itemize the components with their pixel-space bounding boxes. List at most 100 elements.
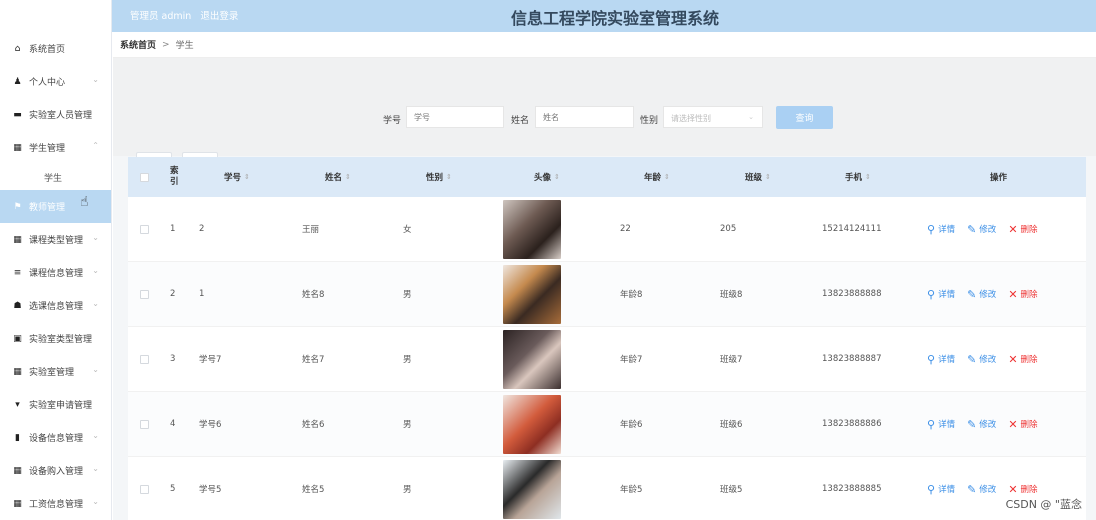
chevron-down-icon: ⌄ <box>92 497 99 506</box>
thumb-icon: ☗ <box>13 300 22 311</box>
cell-gender: 男 <box>403 355 412 365</box>
name-input[interactable] <box>535 106 634 128</box>
table-row: 2 1 姓名8 男 年龄8 班级8 13823888888 ⚲ 详情 ✎ 修改 ✕ 删… <box>128 262 1086 327</box>
gender-label: 性别 <box>640 116 659 126</box>
sidebar-item-course-selection[interactable]: ☗ 选课信息管理 ⌄ <box>0 289 111 322</box>
detail-button[interactable]: ⚲ 详情 <box>927 483 955 496</box>
detail-button[interactable]: ⚲ 详情 <box>927 288 955 301</box>
avatar <box>503 459 561 519</box>
row-checkbox[interactable] <box>140 419 149 429</box>
cell-age: 年龄7 <box>620 355 643 365</box>
search-panel: 学号 姓名 性别 请选择性别 ⌄ 查询 新增 删除 <box>113 58 1096 174</box>
monitor-icon: ▬ <box>13 109 22 120</box>
cell-student-id: 学号7 <box>199 355 222 365</box>
sidebar-item-salary[interactable]: ▦ 工资信息管理 ⌄ <box>0 487 111 520</box>
cell-age: 22 <box>620 224 631 234</box>
edit-button[interactable]: ✎ 修改 <box>967 223 996 236</box>
sidebar-item-equipment-info[interactable]: ▮ 设备信息管理 ⌄ <box>0 421 111 454</box>
sidebar-item-equipment-purchase[interactable]: ▦ 设备购入管理 ⌄ <box>0 454 111 487</box>
search-icon: ⚲ <box>927 222 936 236</box>
sidebar-subitem-student[interactable]: 学生 <box>0 164 111 190</box>
sidebar-item-profile[interactable]: ♟ 个人中心 ⌄ <box>0 65 111 98</box>
cell-gender: 男 <box>403 290 412 300</box>
table-header: 索引 学号 ⇕ 姓名 ⇕ 性别 ⇕ 头像 ⇕ 年龄 ⇕ 班级 ⇕ 手机 ⇕ 操作 <box>128 157 1086 197</box>
col-age[interactable]: 年龄 ⇕ <box>644 157 670 197</box>
edit-button[interactable]: ✎ 修改 <box>967 353 996 366</box>
close-icon: ✕ <box>1008 287 1018 301</box>
logout-link[interactable]: 退出登录 <box>200 11 238 22</box>
sidebar-item-label: 设备信息管理 <box>29 434 84 444</box>
delete-row-button[interactable]: ✕ 删除 <box>1008 353 1037 366</box>
col-name[interactable]: 姓名 ⇕ <box>325 157 351 197</box>
table-row: 1 2 王丽 女 22 205 15214124111 ⚲ 详情 ✎ 修改 ✕ 删除 <box>128 197 1086 262</box>
sidebar-item-home[interactable]: ⌂ 系统首页 <box>0 32 111 65</box>
admin-label: 管理员 admin <box>130 11 192 22</box>
col-gender[interactable]: 性别 ⇕ <box>426 157 452 197</box>
edit-button[interactable]: ✎ 修改 <box>967 418 996 431</box>
chevron-down-icon: ⌄ <box>92 233 99 242</box>
search-icon: ⚲ <box>927 417 936 431</box>
col-student-id[interactable]: 学号 ⇕ <box>224 157 250 197</box>
home-icon: ⌂ <box>14 43 21 54</box>
col-index: 索引 <box>170 166 179 187</box>
edit-button[interactable]: ✎ 修改 <box>967 288 996 301</box>
cell-phone: 13823888887 <box>822 354 882 364</box>
detail-button[interactable]: ⚲ 详情 <box>927 223 955 236</box>
close-icon: ✕ <box>1008 417 1018 431</box>
top-header: 管理员 admin 退出登录 信息工程学院实验室管理系统 <box>0 0 1096 32</box>
query-button[interactable]: 查询 <box>776 106 833 129</box>
sidebar-item-label: 课程信息管理 <box>29 269 84 279</box>
search-icon: ⚲ <box>927 287 936 301</box>
avatar <box>503 199 561 259</box>
grid-icon: ▦ <box>13 142 22 153</box>
cell-gender: 男 <box>403 420 412 430</box>
detail-button[interactable]: ⚲ 详情 <box>927 418 955 431</box>
logo-area <box>0 0 112 32</box>
row-checkbox[interactable] <box>140 224 149 234</box>
sidebar-item-course-type[interactable]: ▦ 课程类型管理 ⌄ <box>0 223 111 256</box>
cell-class: 班级8 <box>720 290 743 300</box>
select-all-checkbox[interactable] <box>140 172 149 182</box>
table-body: 1 2 王丽 女 22 205 15214124111 ⚲ 详情 ✎ 修改 ✕ 删除 … <box>128 197 1086 520</box>
col-avatar[interactable]: 头像 ⇕ <box>534 157 560 197</box>
sidebar-item-lab-mgmt[interactable]: ▦ 实验室管理 ⌄ <box>0 355 111 388</box>
chevron-down-icon: ⌄ <box>92 365 99 374</box>
grid-icon: ▦ <box>13 366 22 377</box>
sidebar-item-label: 实验室类型管理 <box>29 335 93 345</box>
sidebar-item-course-info[interactable]: ≡ 课程信息管理 ⌄ <box>0 256 111 289</box>
sidebar-item-student-mgmt[interactable]: ▦ 学生管理 ⌃ <box>0 131 111 164</box>
sidebar-item-lab-type[interactable]: ▣ 实验室类型管理 <box>0 322 111 355</box>
avatar <box>503 394 561 454</box>
delete-row-button[interactable]: ✕ 删除 <box>1008 418 1037 431</box>
breadcrumb-home[interactable]: 系统首页 <box>120 38 156 51</box>
sort-icon: ⇕ <box>554 173 560 181</box>
cell-age: 年龄6 <box>620 420 643 430</box>
sort-icon: ⇕ <box>244 173 250 181</box>
gender-select[interactable]: 请选择性别 ⌄ <box>663 106 763 128</box>
sidebar-item-lab-application[interactable]: ▾ 实验室申请管理 <box>0 388 111 421</box>
sidebar-item-teacher-mgmt[interactable]: ⚑ 教师管理 ☝ <box>0 190 111 223</box>
sidebar-item-lab-staff[interactable]: ▬ 实验室人员管理 <box>0 98 111 131</box>
delete-row-button[interactable]: ✕ 删除 <box>1008 223 1037 236</box>
gender-select-placeholder: 请选择性别 <box>671 114 711 123</box>
bar-chart-icon: ▮ <box>15 432 20 443</box>
student-id-label: 学号 <box>383 116 402 126</box>
cell-name: 姓名7 <box>302 355 325 365</box>
sort-icon: ⇕ <box>446 173 452 181</box>
pencil-icon: ✎ <box>967 352 977 366</box>
cell-gender: 男 <box>403 485 412 495</box>
row-checkbox[interactable] <box>140 289 149 299</box>
search-icon: ⚲ <box>927 482 936 496</box>
detail-button[interactable]: ⚲ 详情 <box>927 353 955 366</box>
delete-row-button[interactable]: ✕ 删除 <box>1008 288 1037 301</box>
breadcrumb: 系统首页 > 学生 <box>113 32 1096 58</box>
student-id-input[interactable] <box>406 106 504 128</box>
cell-phone: 13823888885 <box>822 484 882 494</box>
sort-icon: ⇕ <box>664 173 670 181</box>
edit-button[interactable]: ✎ 修改 <box>967 483 996 496</box>
delete-row-button[interactable]: ✕ 删除 <box>1008 483 1037 496</box>
col-phone[interactable]: 手机 ⇕ <box>845 157 871 197</box>
col-class[interactable]: 班级 ⇕ <box>745 157 771 197</box>
row-checkbox[interactable] <box>140 484 149 494</box>
row-checkbox[interactable] <box>140 354 149 364</box>
